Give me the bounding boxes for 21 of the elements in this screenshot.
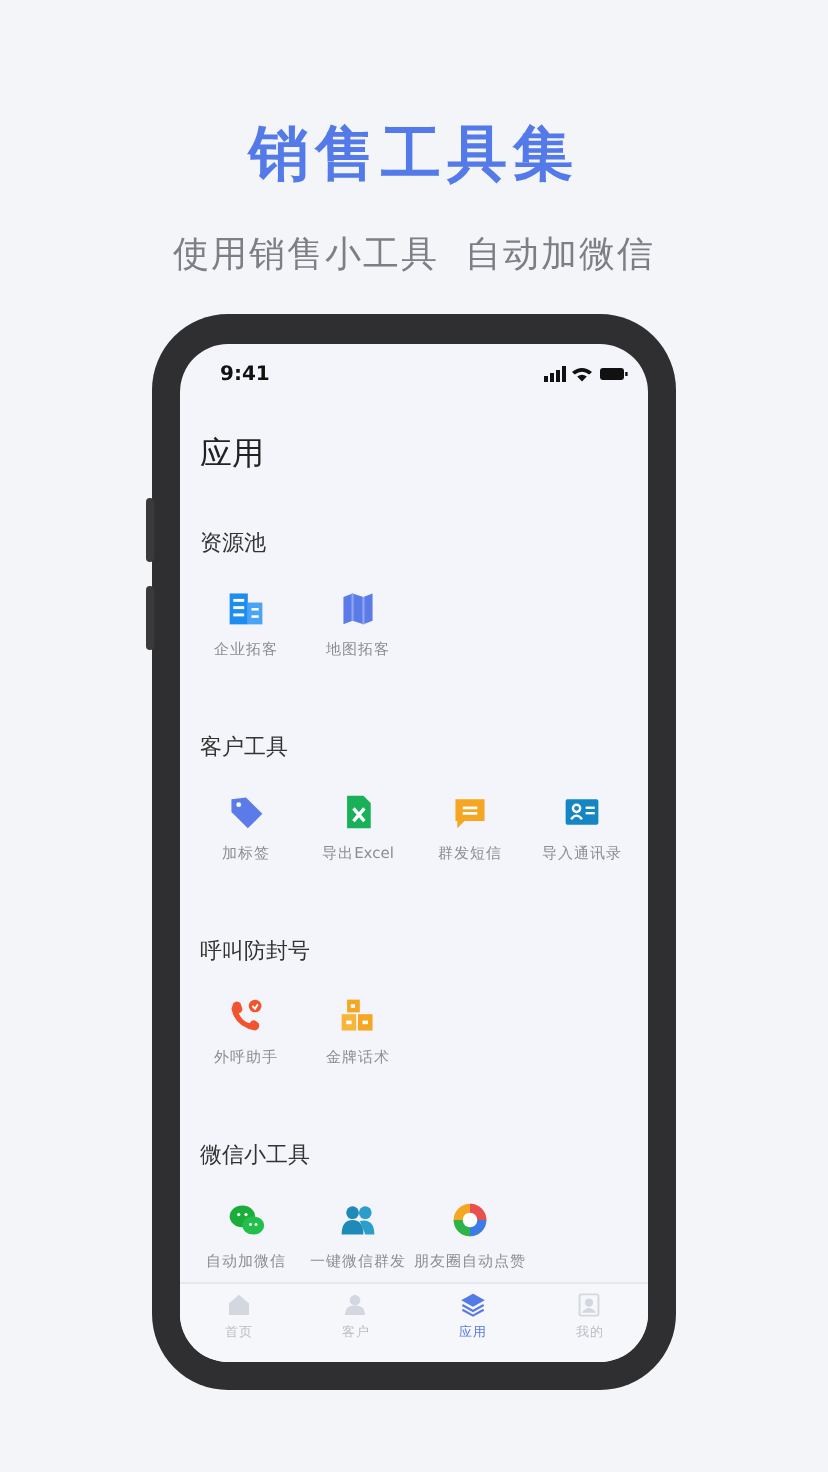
page-title: 应用 (198, 432, 266, 476)
two-people-icon (338, 1200, 378, 1240)
section-heading: 资源池 (198, 528, 268, 560)
person-icon (342, 1292, 369, 1318)
building-icon (226, 588, 266, 628)
layers-icon (459, 1292, 486, 1318)
section-heading: 呼叫防封号 (198, 936, 312, 968)
section-heading: 客户工具 (198, 732, 290, 764)
chat-bubbles-icon (226, 1200, 266, 1240)
tag-icon (226, 792, 266, 832)
home-icon (225, 1292, 252, 1318)
status-time: 9:41 (220, 363, 270, 385)
aperture-icon (450, 1200, 490, 1240)
status-icons (544, 366, 628, 382)
headline: 销售工具集 (248, 118, 579, 194)
letter-blocks-icon (338, 996, 378, 1036)
phone-call-icon (226, 996, 266, 1036)
section-heading: 微信小工具 (198, 1140, 312, 1172)
subtitle: 使用销售小工具 自动加微信 (172, 232, 656, 280)
profile-card-icon (576, 1292, 603, 1318)
folded-map-icon (338, 588, 378, 628)
